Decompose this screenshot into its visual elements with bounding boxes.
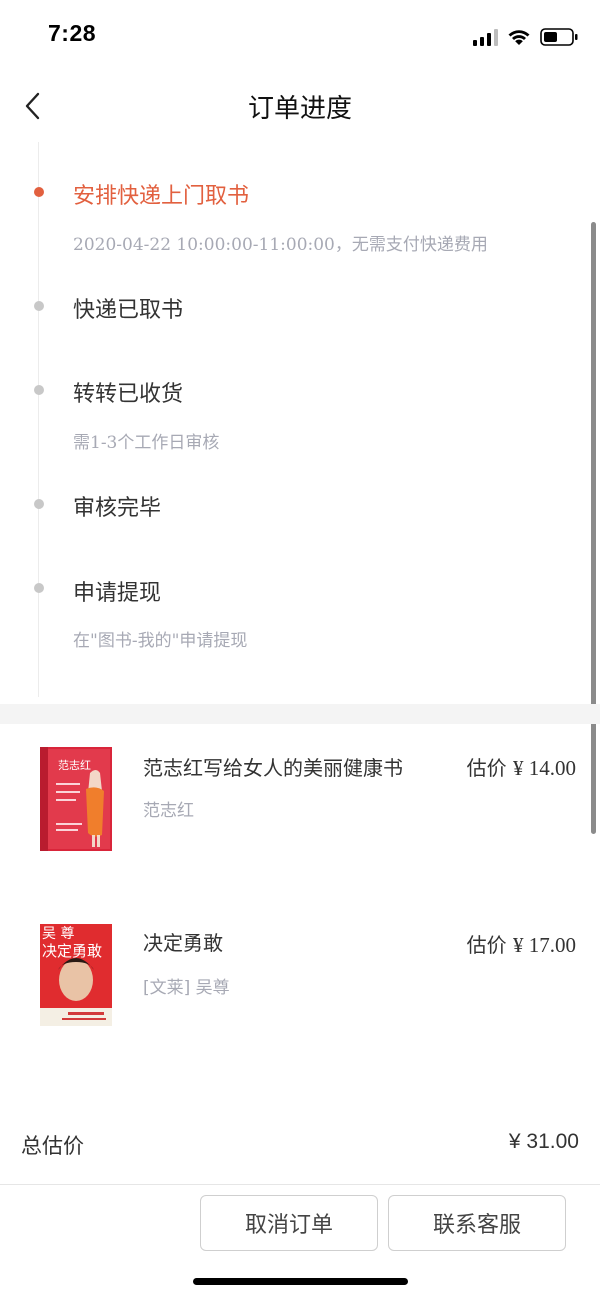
- page-title: 订单进度: [247, 94, 352, 124]
- step-description: 2020-04-22 10:00:00-11:00:00，无需支付快递费用: [73, 235, 488, 255]
- book-price: 估价 ¥ 17.00: [467, 929, 576, 958]
- timeline-dot: [34, 385, 44, 395]
- price-value: ¥ 14.00: [513, 756, 576, 780]
- book-price: 估价 ¥ 14.00: [467, 752, 576, 781]
- status-icons: [473, 26, 578, 48]
- step-title: 快递已取书: [73, 298, 184, 323]
- step-title: 申请提现: [73, 581, 162, 606]
- step-title: 审核完毕: [73, 496, 162, 521]
- battery-icon: [540, 27, 578, 47]
- step-title: 转转已收货: [73, 382, 184, 407]
- wifi-icon: [507, 28, 531, 46]
- book-title: 决定勇敢: [143, 931, 223, 955]
- home-indicator: [193, 1278, 408, 1285]
- order-progress-timeline: 安排快递上门取书 2020-04-22 10:00:00-11:00:00，无需…: [0, 142, 600, 702]
- step-title: 安排快递上门取书: [73, 184, 250, 209]
- nav-bar: 订单进度: [0, 72, 600, 142]
- timeline-dot: [34, 301, 44, 311]
- signal-icon: [473, 28, 498, 46]
- total-label: 总估价: [21, 1134, 84, 1158]
- book-cover-image: 吴 尊 决定勇敢: [38, 922, 114, 1032]
- timeline-line: [38, 142, 39, 697]
- book-list-item[interactable]: 范志红 范志红写给女人的美丽健康书 范志红 估价 ¥ 14.00: [0, 740, 600, 860]
- timeline-dot: [34, 583, 44, 593]
- cover-author-text: 吴 尊: [42, 925, 74, 942]
- price-value: ¥ 17.00: [513, 933, 576, 957]
- timeline-dot-active: [34, 187, 44, 197]
- book-cover-image: 范志红: [38, 743, 114, 857]
- step-description: 在"图书-我的"申请提现: [73, 631, 248, 651]
- timeline-dot: [34, 499, 44, 509]
- price-label: 估价: [466, 756, 507, 780]
- cover-title-text: 决定勇敢: [42, 942, 102, 960]
- book-author: [文莱] 吴尊: [143, 978, 230, 998]
- price-label: 估价: [466, 933, 507, 957]
- total-value: ¥ 31.00: [508, 1130, 579, 1153]
- contact-service-button[interactable]: 联系客服: [388, 1195, 566, 1251]
- book-author: 范志红: [143, 801, 194, 821]
- step-description: 需1-3个工作日审核: [73, 433, 220, 453]
- book-list-item[interactable]: 吴 尊 决定勇敢 决定勇敢 [文莱] 吴尊 估价 ¥ 17.00: [0, 917, 600, 1037]
- status-bar: 7:28: [0, 0, 600, 72]
- status-time: 7:28: [48, 20, 97, 46]
- cover-text: 范志红: [58, 758, 91, 772]
- cancel-order-button[interactable]: 取消订单: [200, 1195, 378, 1251]
- bottom-divider: [0, 1184, 600, 1185]
- section-divider: [0, 704, 600, 724]
- total-estimate-row: 总估价 ¥ 31.00: [0, 1122, 600, 1168]
- book-title: 范志红写给女人的美丽健康书: [143, 756, 403, 780]
